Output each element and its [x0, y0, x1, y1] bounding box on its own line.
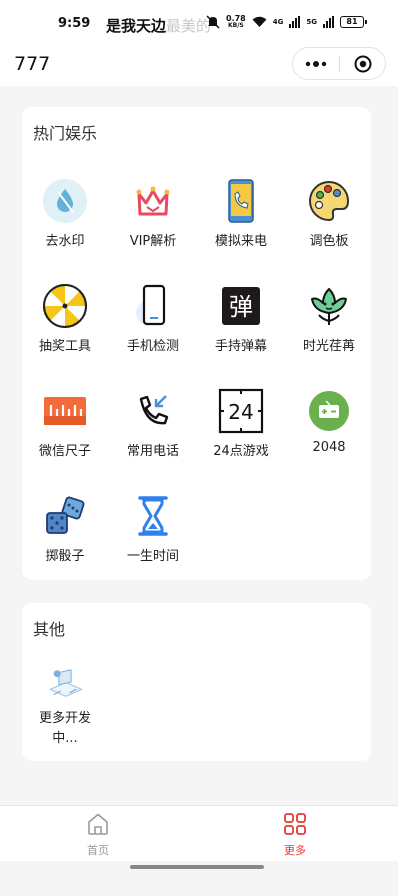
phone-incoming-icon — [139, 395, 169, 425]
tool-phone-check[interactable]: 手机检测 — [109, 283, 197, 354]
tool-more-in-development[interactable]: 更多开发 中... — [21, 665, 109, 746]
mini-program-capsule — [292, 47, 386, 80]
grid-icon — [284, 813, 306, 835]
tab-home[interactable]: 首页 — [58, 812, 138, 858]
tool-label: 微信尺子 — [38, 444, 91, 459]
developing-icon — [48, 669, 83, 697]
phone-call-icon — [228, 179, 254, 223]
24-glyph: 24 — [228, 400, 253, 424]
signal-1-label: 4G — [272, 18, 284, 26]
tool-handheld-danmu[interactable]: 弹 手持弹幕 — [197, 283, 285, 354]
tool-label: 一生时间 — [126, 549, 179, 564]
section-title-hot: 热门娱乐 — [33, 124, 98, 143]
target-close-icon — [354, 55, 372, 72]
tool-label: 24点游戏 — [213, 444, 269, 459]
tool-label: 手机检测 — [126, 339, 179, 354]
tool-label-line-1: 更多开发 — [38, 711, 91, 726]
tool-palette[interactable]: 调色板 — [285, 178, 373, 249]
tool-vip-parse[interactable]: VIP解析 — [109, 178, 197, 249]
tool-label-line-2: 中... — [52, 731, 78, 746]
home-indicator[interactable] — [130, 865, 264, 869]
game-2048-icon — [309, 391, 349, 431]
signal-2-label: 5G — [306, 18, 317, 26]
tool-label: 抽奖工具 — [38, 339, 91, 354]
danmu-icon: 弹 — [222, 287, 260, 325]
tab-more[interactable]: 更多 — [255, 812, 335, 858]
ticker-text: 是我天边 — [106, 17, 167, 35]
tool-label: 调色板 — [309, 234, 349, 249]
water-drop-icon — [43, 179, 87, 223]
tool-lottery[interactable]: 抽奖工具 — [21, 283, 109, 354]
nav-bar: 777 — [0, 44, 398, 86]
mute-icon — [206, 15, 220, 29]
tool-common-phones[interactable]: 常用电话 — [109, 388, 197, 459]
tab-home-label: 首页 — [87, 844, 109, 857]
other-card: 其他 更多开发 中... — [22, 603, 371, 761]
tool-24-point-game[interactable]: 24 24点游戏 — [197, 388, 285, 459]
home-icon — [88, 813, 108, 835]
24-game-icon: 24 — [218, 388, 264, 434]
lottery-wheel-icon — [43, 284, 87, 328]
tool-label: 模拟来电 — [214, 234, 267, 249]
section-title-other: 其他 — [33, 620, 66, 639]
status-icons: 0.78 KB/S 4G 5G 81 — [206, 14, 367, 30]
tool-label: 去水印 — [45, 234, 85, 249]
battery-icon: 81 — [340, 16, 367, 28]
hot-entertainment-card: 热门娱乐 去水印 VIP解析 模拟来电 调色板 抽奖工具 手机检测 弹 手持弹幕… — [22, 107, 371, 580]
tool-time-flies[interactable]: 时光荏苒 — [285, 283, 373, 354]
tool-wechat-ruler[interactable]: 微信尺子 — [21, 388, 109, 459]
danmu-glyph: 弹 — [229, 293, 253, 321]
tool-label: VIP解析 — [129, 234, 177, 249]
net-speed: 0.78 KB/S — [226, 14, 246, 29]
more-menu-button[interactable] — [293, 48, 339, 79]
signal-2-icon — [323, 16, 334, 28]
dice-icon — [46, 496, 85, 534]
tool-label: 时光荏苒 — [302, 339, 355, 354]
phone-check-icon — [136, 284, 166, 326]
tool-label: 手持弹幕 — [214, 339, 267, 354]
status-ticker: 是我天边最美的 — [106, 15, 214, 35]
ticker-text-faded: 最美的 — [166, 17, 212, 35]
status-time: 9:59 — [58, 16, 91, 31]
tab-more-label: 更多 — [284, 844, 306, 857]
tool-lifetime[interactable]: 一生时间 — [109, 493, 197, 564]
close-mini-program-button[interactable] — [340, 48, 386, 79]
page-title: 777 — [14, 53, 51, 75]
tool-roll-dice[interactable]: 掷骰子 — [21, 493, 109, 564]
signal-1-icon — [289, 16, 301, 28]
more-dots-icon — [305, 60, 327, 67]
tool-label: 2048 — [312, 440, 346, 455]
tool-label: 常用电话 — [126, 444, 179, 459]
flower-icon — [311, 288, 347, 325]
tool-fake-call[interactable]: 模拟来电 — [197, 178, 285, 249]
tool-label: 掷骰子 — [45, 549, 85, 564]
crown-icon — [136, 186, 170, 216]
wifi-icon — [252, 16, 267, 27]
tool-remove-watermark[interactable]: 去水印 — [21, 178, 109, 249]
palette-icon — [309, 180, 350, 222]
status-bar: 9:59 是我天边最美的 0.78 KB/S 4G 5G 81 — [0, 0, 398, 44]
tab-bar: 首页 更多 — [0, 805, 398, 861]
hourglass-icon — [138, 496, 168, 536]
ruler-icon — [44, 397, 86, 425]
tool-2048[interactable]: 2048 — [285, 388, 373, 455]
